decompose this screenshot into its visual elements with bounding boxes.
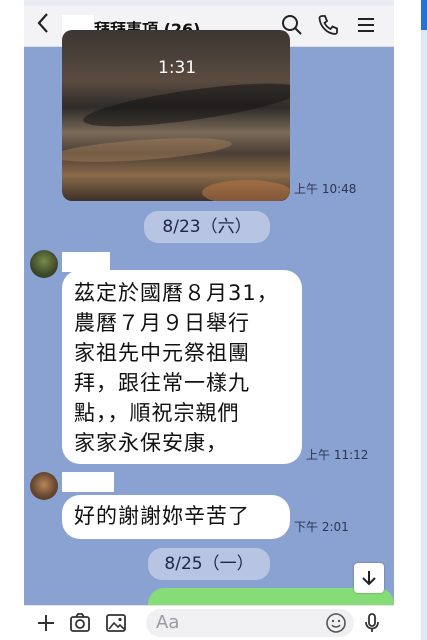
call-button[interactable] — [316, 13, 340, 37]
redacted-sender — [62, 252, 110, 272]
microphone-icon — [365, 613, 379, 632]
input-placeholder: Aa — [156, 612, 180, 633]
arrow-down-icon — [362, 571, 376, 586]
camera-icon — [70, 613, 90, 632]
image-icon — [106, 614, 126, 632]
window-edge — [421, 0, 427, 640]
avatar[interactable] — [30, 250, 58, 278]
date-separator: 8/25（一） — [148, 548, 270, 580]
incoming-message[interactable]: 好的謝謝妳辛苦了 — [62, 495, 290, 539]
gallery-button[interactable] — [104, 611, 128, 635]
back-button[interactable] — [36, 12, 50, 40]
chevron-left-icon — [37, 13, 48, 33]
menu-icon — [358, 18, 374, 32]
avatar[interactable] — [30, 472, 58, 500]
message-input[interactable]: Aa — [146, 609, 354, 637]
smiley-icon — [326, 613, 346, 633]
date-separator: 8/23（六） — [144, 211, 270, 243]
redacted-sender — [62, 472, 114, 492]
left-margin — [0, 0, 24, 640]
menu-button[interactable] — [354, 13, 378, 37]
add-button[interactable] — [34, 611, 58, 635]
incoming-message[interactable]: 茲定於國曆８月31， 農曆７月９日舉行 家祖先中元祭祖團 拜，跟往常一樣九 點，… — [62, 270, 302, 464]
scroll-to-bottom-button[interactable] — [354, 563, 384, 593]
emoji-button[interactable] — [324, 611, 348, 639]
voice-button[interactable] — [360, 611, 384, 635]
message-time: 下午 2:01 — [294, 520, 349, 534]
plus-icon — [38, 615, 54, 631]
chat-screen: 拜拜事項 (26) 1:31 上午 10:48 8/23（六） 茲定於國曆８月3… — [24, 0, 394, 640]
input-bar: Aa — [24, 605, 394, 640]
video-message[interactable]: 1:31 — [62, 30, 290, 201]
camera-button[interactable] — [68, 611, 92, 635]
message-time: 上午 11:12 — [306, 448, 369, 462]
video-duration: 1:31 — [158, 58, 197, 78]
message-time: 上午 10:48 — [294, 182, 357, 196]
phone-icon — [318, 15, 338, 35]
